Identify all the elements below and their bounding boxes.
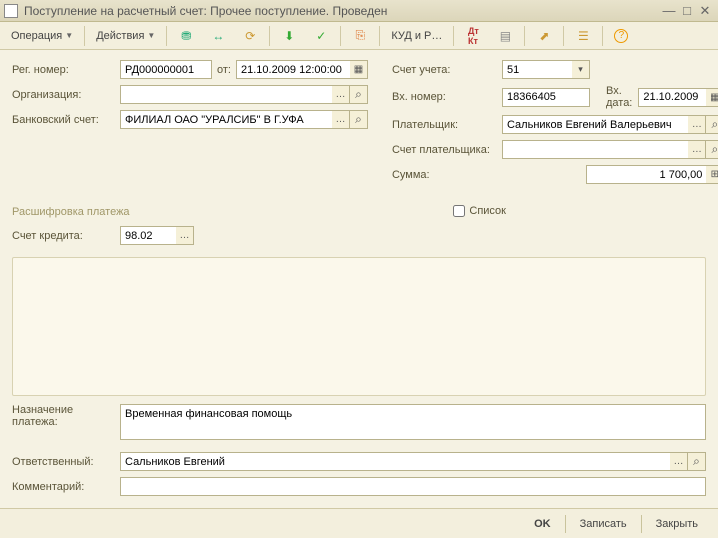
toolbar-icon-4[interactable]: ⬇	[274, 25, 304, 47]
org-label: Организация:	[12, 89, 120, 101]
resp-input[interactable]	[120, 452, 670, 471]
operation-menu[interactable]: Операция▼	[4, 25, 80, 47]
credit-input[interactable]	[120, 226, 176, 245]
toolbar-icon-2[interactable]: ↔	[203, 25, 233, 47]
acct-dropdown-button[interactable]	[572, 60, 590, 79]
comment-input[interactable]	[120, 477, 706, 496]
ok-button[interactable]: OK	[524, 515, 561, 533]
resp-search-button[interactable]	[688, 452, 706, 471]
comment-label: Комментарий:	[12, 481, 120, 493]
sum-label: Сумма:	[392, 169, 502, 181]
in-date-input[interactable]	[638, 88, 706, 107]
org-search-button[interactable]	[350, 85, 368, 104]
in-no-input[interactable]	[502, 88, 590, 107]
org-input[interactable]	[120, 85, 332, 104]
close-button[interactable]: Закрыть	[646, 515, 708, 533]
reg-date-input[interactable]	[236, 60, 350, 79]
list-checkbox-input[interactable]	[453, 205, 465, 217]
document-icon	[4, 4, 18, 18]
bank-input[interactable]	[120, 110, 332, 129]
list-checkbox[interactable]: Список	[453, 205, 506, 217]
toolbar-dtkt-icon[interactable]: ДтКт	[458, 25, 488, 47]
actions-menu[interactable]: Действия▼	[89, 25, 162, 47]
purpose-label: Назначениеплатежа:	[12, 404, 120, 428]
kudir-button[interactable]: КУД и Р…	[384, 25, 449, 47]
purpose-textarea[interactable]: Временная финансовая помощь	[120, 404, 706, 440]
in-date-label: Вх. дата:	[606, 85, 632, 109]
sum-calc-button[interactable]	[706, 165, 718, 184]
decode-section-label: Расшифровка платежа	[12, 206, 453, 218]
toolbar-tree-icon[interactable]: ⬈	[529, 25, 559, 47]
maximize-button[interactable]: □	[678, 3, 696, 19]
save-button[interactable]: Записать	[570, 515, 637, 533]
payer-acct-label: Счет плательщика:	[392, 144, 502, 156]
resp-label: Ответственный:	[12, 456, 120, 468]
toolbar-icon-5[interactable]: ✓	[306, 25, 336, 47]
right-column: Счет учета: Вх. номер: Вх. дата: Платель…	[392, 60, 718, 190]
payer-acct-select-button[interactable]	[688, 140, 706, 159]
window-title: Поступление на расчетный счет: Прочее по…	[24, 4, 660, 18]
toolbar-doc-icon[interactable]: ▤	[490, 25, 520, 47]
org-select-button[interactable]	[332, 85, 350, 104]
resp-select-button[interactable]	[670, 452, 688, 471]
close-window-button[interactable]: ✕	[696, 3, 714, 19]
in-no-label: Вх. номер:	[392, 91, 502, 103]
from-label: от:	[217, 64, 231, 76]
acct-input[interactable]	[502, 60, 572, 79]
payer-search-button[interactable]	[706, 115, 718, 134]
toolbar-list-icon[interactable]: ☰	[568, 25, 598, 47]
left-column: Рег. номер: от: Организация: Банковский …	[12, 60, 368, 190]
credit-label: Счет кредита:	[12, 230, 120, 242]
acct-label: Счет учета:	[392, 64, 502, 76]
window-titlebar: Поступление на расчетный счет: Прочее по…	[0, 0, 718, 22]
toolbar-icon-6[interactable]: ⎘	[345, 25, 375, 47]
credit-select-button[interactable]	[176, 226, 194, 245]
bank-search-button[interactable]	[350, 110, 368, 129]
form-body: Рег. номер: от: Организация: Банковский …	[0, 50, 718, 508]
reg-no-label: Рег. номер:	[12, 64, 120, 76]
decode-blank-area	[12, 257, 706, 396]
sum-input[interactable]	[586, 165, 706, 184]
reg-date-calendar-button[interactable]	[350, 60, 368, 79]
help-button[interactable]: ?	[607, 25, 635, 47]
toolbar-icon-3[interactable]: ⟳	[235, 25, 265, 47]
reg-no-input[interactable]	[120, 60, 212, 79]
payer-acct-search-button[interactable]	[706, 140, 718, 159]
toolbar: Операция▼ Действия▼ ⛃ ↔ ⟳ ⬇ ✓ ⎘ КУД и Р……	[0, 22, 718, 50]
payer-label: Плательщик:	[392, 119, 502, 131]
minimize-button[interactable]: —	[660, 3, 678, 19]
payer-select-button[interactable]	[688, 115, 706, 134]
footer-bar: OK Записать Закрыть	[0, 508, 718, 538]
bank-label: Банковский счет:	[12, 114, 120, 126]
toolbar-icon-1[interactable]: ⛃	[171, 25, 201, 47]
bank-select-button[interactable]	[332, 110, 350, 129]
payer-input[interactable]	[502, 115, 688, 134]
payer-acct-input[interactable]	[502, 140, 688, 159]
in-date-calendar-button[interactable]	[706, 88, 718, 107]
